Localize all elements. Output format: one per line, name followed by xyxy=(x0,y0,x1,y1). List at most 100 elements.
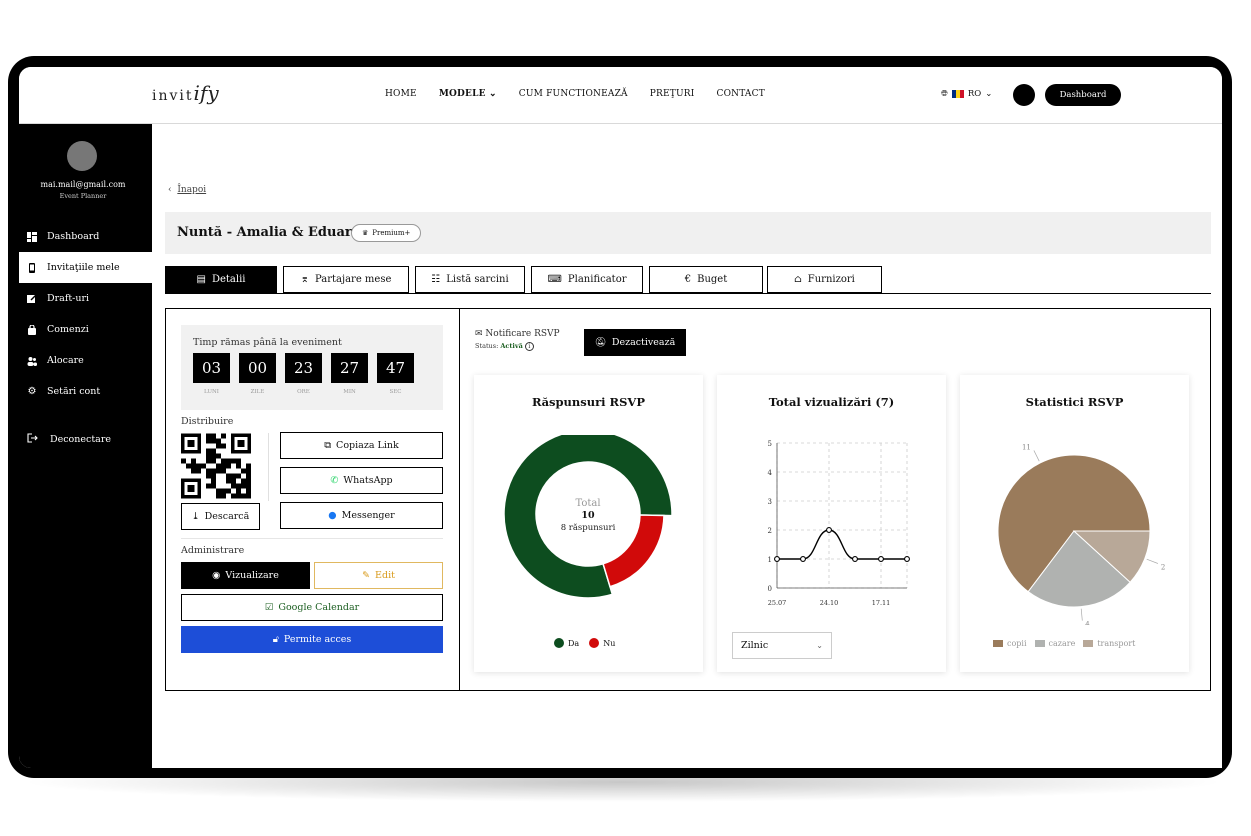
deactivate-button[interactable]: 🔕︎ Dezactivează xyxy=(584,329,686,356)
messenger-button[interactable]: ● Messenger xyxy=(280,502,443,529)
qr-module xyxy=(231,493,236,499)
whatsapp-button[interactable]: ✆ WhatsApp xyxy=(280,467,443,494)
legend-swatch-copii xyxy=(993,640,1003,647)
mail-icon: ✉ xyxy=(475,329,483,339)
sidebar-item-comenzi[interactable]: Comenzi xyxy=(19,314,152,345)
countdown-unit: SEC xyxy=(389,389,402,395)
tab-detalii[interactable]: ▤ Detalii xyxy=(165,266,277,293)
qr-module xyxy=(221,433,226,439)
sidebar-item-dashboard[interactable]: Dashboard xyxy=(19,221,152,252)
logout-button[interactable]: Deconectare xyxy=(19,424,152,454)
qr-module xyxy=(241,493,246,499)
pie-value-label: 11 xyxy=(1022,443,1031,451)
calendar-check-icon: ☑ xyxy=(264,602,274,613)
qr-module xyxy=(241,468,246,474)
qr-module xyxy=(221,468,226,474)
legend-swatch-da xyxy=(554,638,564,648)
language-selector[interactable]: 🌐︎ RO ⌄ xyxy=(941,89,992,99)
countdown-days: 00 xyxy=(239,353,276,383)
nav-modele[interactable]: MODELE ⌄ xyxy=(439,89,497,99)
qr-module xyxy=(206,448,211,454)
tab-furnizori[interactable]: ⌂ Furnizori xyxy=(767,266,882,293)
qr-module xyxy=(246,488,251,494)
countdown-unit: ORE xyxy=(297,389,310,395)
tab-buget[interactable]: € Buget xyxy=(649,266,763,293)
rsvp-notification-status: Status: Activă i xyxy=(475,342,534,351)
countdown-unit: MIN xyxy=(343,389,356,395)
copy-icon: ⧉ xyxy=(324,440,332,451)
download-icon: ⤓ xyxy=(191,511,200,522)
qr-module xyxy=(226,458,231,464)
user-avatar[interactable] xyxy=(1013,84,1035,106)
qr-module xyxy=(241,483,246,489)
planner-icon: ⌨ xyxy=(547,274,562,285)
distribution-label: Distribuire xyxy=(181,416,234,427)
back-link[interactable]: ‹ Înapoi xyxy=(168,185,206,195)
data-point xyxy=(774,556,780,562)
phone-icon xyxy=(27,262,37,273)
download-qr-button[interactable]: ⤓ Descarcă xyxy=(181,503,260,530)
gear-icon: ⚙ xyxy=(27,386,37,397)
edit-button[interactable]: ✎ Edit xyxy=(314,562,443,589)
profile-avatar xyxy=(67,141,97,171)
dashboard-button[interactable]: Dashboard xyxy=(1045,84,1121,106)
view-button[interactable]: ◉ Vizualizare xyxy=(181,562,310,589)
unlock-icon: 🔓︎ xyxy=(272,634,279,645)
nav-preturi[interactable]: PREŢURI xyxy=(650,89,695,99)
qr-module xyxy=(211,448,216,454)
event-title: Nuntă - Amalia & Eduard xyxy=(177,225,361,240)
qr-module xyxy=(211,478,216,484)
qr-module xyxy=(216,463,221,469)
tab-partajare-mese[interactable]: ⌆ Partajare mese xyxy=(283,266,409,293)
sidebar-item-invitatiile-mele[interactable]: Invitaţiile mele xyxy=(19,252,152,283)
rsvp-legend: Da Nu xyxy=(554,638,615,648)
allow-access-button[interactable]: 🔓︎ Permite acces xyxy=(181,626,443,653)
donut-center-sub: 8 răspunsuri xyxy=(561,522,616,533)
users-icon xyxy=(27,356,37,366)
y-tick-label: 1 xyxy=(768,556,772,564)
pie-label-leader xyxy=(1080,608,1083,621)
data-point xyxy=(800,556,806,562)
info-icon[interactable]: i xyxy=(524,342,534,351)
countdown-months: 03 xyxy=(193,353,230,383)
qr-module xyxy=(191,468,196,474)
crown-icon: ♛ xyxy=(362,229,369,237)
rsvp-donut-chart: Total108 răspunsuri xyxy=(503,435,673,599)
sidebar-menu: Dashboard Invitaţiile mele Draft-uri Com… xyxy=(19,221,152,407)
pie-label-leader xyxy=(1146,558,1159,564)
store-icon: ⌂ xyxy=(794,274,802,285)
qr-module xyxy=(216,468,221,474)
nav-cum-functioneaza[interactable]: CUM FUNCTIONEAZĂ xyxy=(519,89,628,99)
pie-value-label: 4 xyxy=(1085,621,1090,625)
sidebar-item-alocare[interactable]: Alocare xyxy=(19,345,152,376)
nav-home[interactable]: HOME xyxy=(385,89,417,99)
y-tick-label: 5 xyxy=(768,440,772,448)
sidebar-item-setari-cont[interactable]: ⚙ Setări cont xyxy=(19,376,152,407)
y-tick-label: 3 xyxy=(768,498,772,506)
tab-planificator[interactable]: ⌨ Planificator xyxy=(531,266,643,293)
qr-module xyxy=(221,458,226,464)
x-tick-label: 25.07 xyxy=(768,599,787,607)
sidebar-item-draft-uri[interactable]: Draft-uri xyxy=(19,283,152,314)
countdown-minutes: 27 xyxy=(331,353,368,383)
qr-module xyxy=(236,493,241,499)
qr-module xyxy=(231,458,236,464)
qr-module xyxy=(226,473,231,479)
qr-module xyxy=(211,433,216,439)
qr-module xyxy=(191,458,196,464)
qr-module xyxy=(206,438,211,444)
qr-module xyxy=(206,453,211,459)
qr-module xyxy=(181,458,186,464)
pie-value-label: 2 xyxy=(1161,564,1165,572)
tab-lista-sarcini[interactable]: ☷ Listă sarcini xyxy=(415,266,525,293)
google-calendar-button[interactable]: ☑ Google Calendar xyxy=(181,594,443,621)
qr-module xyxy=(196,468,201,474)
data-point xyxy=(878,556,884,562)
qr-module xyxy=(216,443,221,449)
copy-link-button[interactable]: ⧉ Copiaza Link xyxy=(280,432,443,459)
brand-logo[interactable]: invitify xyxy=(152,81,219,105)
nav-contact[interactable]: CONTACT xyxy=(716,89,764,99)
qr-module xyxy=(191,463,196,469)
interval-select[interactable]: Zilnic ⌄ xyxy=(732,632,832,659)
countdown-unit: LUNI xyxy=(204,389,219,395)
